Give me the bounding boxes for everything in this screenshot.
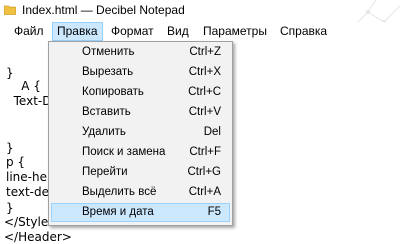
menu-item-label: Вырезать <box>82 66 134 78</box>
menu-help[interactable]: Справка <box>276 22 331 41</box>
code-line: p { <box>6 155 26 169</box>
menu-item-cut[interactable]: Вырезать Ctrl+X <box>51 63 230 82</box>
folder-icon <box>4 5 16 15</box>
menu-item-find-replace[interactable]: Поиск и замена Ctrl+F <box>51 143 230 162</box>
menu-item-paste[interactable]: Вставить Ctrl+V <box>51 103 230 122</box>
menu-settings[interactable]: Параметры <box>199 22 271 41</box>
menu-item-label: Поиск и замена <box>82 146 166 158</box>
code-line: A { <box>6 79 41 93</box>
menu-item-time-date[interactable]: Время и дата F5 <box>51 203 230 222</box>
menu-item-undo[interactable]: Отменить Ctrl+Z <box>51 43 230 62</box>
code-line: text-de <box>6 185 50 199</box>
window-title: Index.html — Decibel Notepad <box>22 3 185 17</box>
menu-item-shortcut: Ctrl+X <box>188 66 221 78</box>
menu-item-copy[interactable]: Копировать Ctrl+C <box>51 83 230 102</box>
menu-item-label: Вставить <box>82 106 131 118</box>
menu-item-label: Отменить <box>82 46 135 58</box>
code-line: line-he <box>6 170 47 184</box>
menu-item-delete[interactable]: Удалить Del <box>51 123 230 142</box>
menu-item-shortcut: Ctrl+F <box>189 146 221 158</box>
code-line: </Header> <box>4 230 72 244</box>
menu-edit[interactable]: Правка <box>52 22 103 41</box>
menu-view[interactable]: Вид <box>163 22 193 41</box>
menu-item-label: Удалить <box>82 126 126 138</box>
menu-bar: Файл Правка Формат Вид Параметры Справка <box>0 22 400 42</box>
menu-item-shortcut: Ctrl+C <box>188 86 221 98</box>
menu-item-shortcut: F5 <box>207 206 221 218</box>
title-bar: Index.html — Decibel Notepad <box>0 0 400 37</box>
menu-item-shortcut: Ctrl+Z <box>189 46 221 58</box>
menu-item-label: Выделить всё <box>82 186 157 198</box>
menu-item-shortcut: Ctrl+V <box>188 106 221 118</box>
menu-format[interactable]: Формат <box>107 22 158 41</box>
menu-item-goto[interactable]: Перейти Ctrl+G <box>51 163 230 182</box>
menu-item-shortcut: Del <box>203 126 221 138</box>
menu-item-label: Перейти <box>82 166 128 178</box>
menu-item-select-all[interactable]: Выделить всё Ctrl+A <box>51 183 230 202</box>
menu-item-shortcut: Ctrl+G <box>187 166 221 178</box>
edit-dropdown-menu: Отменить Ctrl+Z Вырезать Ctrl+X Копирова… <box>48 41 233 226</box>
menu-file[interactable]: Файл <box>10 22 48 41</box>
menu-item-label: Копировать <box>82 86 144 98</box>
menu-item-shortcut: Ctrl+A <box>188 186 221 198</box>
code-line: } <box>6 141 14 155</box>
code-line: } <box>6 201 14 215</box>
menu-item-label: Время и дата <box>82 206 154 218</box>
